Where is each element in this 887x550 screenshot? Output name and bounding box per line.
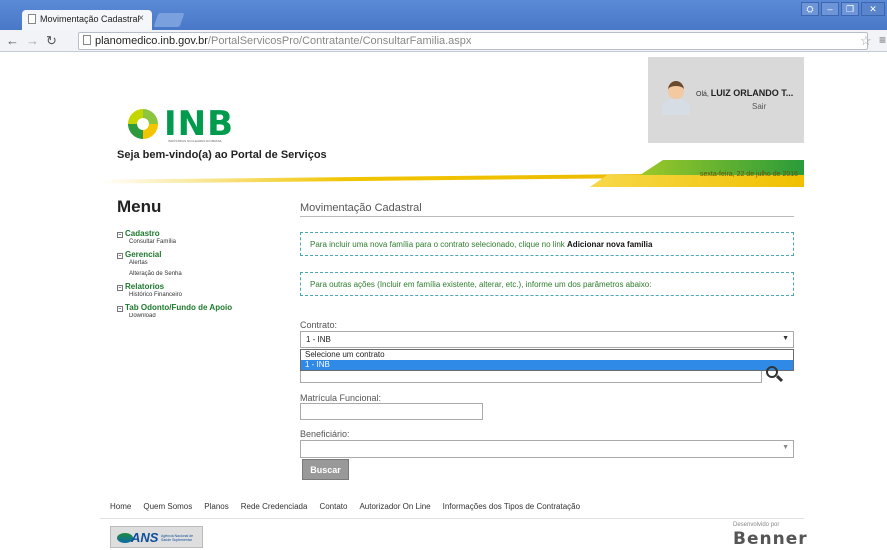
- profile-prefix: Operando sobre o perfil: [660, 152, 736, 159]
- browser-menu-icon[interactable]: ≡: [879, 33, 886, 47]
- footer-link-autorizador[interactable]: Autorizador On Line: [359, 502, 430, 511]
- footer-link-tipos-contratacao[interactable]: Informações dos Tipos de Contratação: [443, 502, 580, 511]
- menu-group-label: Gerencial: [125, 250, 162, 259]
- user-greeting: Olá, LUIZ ORLANDO T...: [696, 88, 793, 98]
- user-panel: Olá, LUIZ ORLANDO T... Sair: [648, 57, 804, 143]
- collapse-icon[interactable]: −: [117, 253, 123, 259]
- sidebar-menu: − Cadastro Consultar Família − Gerencial A…: [117, 229, 287, 319]
- footer-link-home[interactable]: Home: [110, 502, 131, 511]
- logo-subtitle: INDÚSTRIAS NUCLEARES DO BRASIL: [168, 139, 223, 143]
- menu-item-download[interactable]: Download: [117, 313, 287, 319]
- ans-tagline-2: Saúde Suplementar: [161, 538, 192, 542]
- ans-name: ANS: [131, 530, 159, 545]
- contrato-option[interactable]: Selecione um contrato: [301, 350, 793, 360]
- inb-logo[interactable]: INB INDÚSTRIAS NUCLEARES DO BRASIL: [126, 104, 236, 144]
- forward-arrow-icon[interactable]: →: [26, 33, 39, 48]
- contrato-select[interactable]: 1 - INB ▼: [300, 331, 794, 348]
- profile-name: Beneficiário: [735, 149, 788, 159]
- user-icon[interactable]: ⛭: [801, 2, 819, 16]
- info-add-family: Para incluir uma nova família para o con…: [300, 232, 794, 256]
- menu-group-label: Tab Odonto/Fundo de Apoio: [125, 303, 233, 312]
- developed-by-label: Desenvolvido por: [733, 522, 780, 528]
- contrato-value: 1 - INB: [306, 335, 331, 344]
- beneficiario-select[interactable]: ▼: [300, 440, 794, 458]
- footer-link-planos[interactable]: Planos: [204, 502, 228, 511]
- header-band: [100, 160, 804, 188]
- collapse-icon[interactable]: −: [117, 285, 123, 291]
- reload-icon[interactable]: ↻: [46, 33, 57, 49]
- menu-group-label: Cadastro: [125, 229, 160, 238]
- family-search-input[interactable]: [300, 371, 762, 383]
- footer-link-rede-credenciada[interactable]: Rede Credenciada: [241, 502, 308, 511]
- avatar: [662, 79, 690, 115]
- ans-logo[interactable]: ANS Agência Nacional de Saúde Suplementar: [110, 526, 203, 548]
- logo-brand: INB: [164, 104, 235, 144]
- close-window-icon[interactable]: ✕: [861, 2, 885, 16]
- title-divider: [300, 216, 794, 217]
- contrato-label: Contrato:: [300, 320, 338, 330]
- search-button[interactable]: Buscar: [302, 459, 349, 480]
- page-icon: [28, 14, 36, 24]
- tab-close-icon[interactable]: ×: [138, 13, 144, 24]
- user-name: LUIZ ORLANDO T...: [710, 88, 794, 98]
- menu-group-relatorios[interactable]: − Relatorios: [117, 282, 287, 292]
- menu-item-historico-financeiro[interactable]: Histórico Financeiro: [117, 292, 287, 303]
- menu-item-alteracao-senha[interactable]: Alteração de Senha: [117, 271, 287, 282]
- current-date: sexta-feira, 22 de julho de 2016: [700, 171, 799, 178]
- collapse-icon[interactable]: −: [117, 306, 123, 312]
- matricula-input[interactable]: [300, 403, 483, 420]
- beneficiario-label: Beneficiário:: [300, 429, 350, 439]
- back-arrow-icon[interactable]: ←: [6, 33, 19, 48]
- page-icon: [83, 35, 91, 45]
- url-path: /PortalServicosPro/Contratante/Consultar…: [207, 35, 472, 47]
- tab-title: Movimentação Cadastral: [40, 14, 140, 24]
- greeting-text: Olá,: [696, 91, 711, 98]
- benner-logo[interactable]: Benner: [733, 529, 808, 549]
- footer-link-quem-somos[interactable]: Quem Somos: [143, 502, 192, 511]
- maximize-icon[interactable]: ❐: [841, 2, 859, 16]
- url-host: planomedico.inb.gov.br: [95, 35, 208, 47]
- menu-group-cadastro[interactable]: − Cadastro: [117, 229, 287, 239]
- dropdown-arrow-icon[interactable]: ▼: [782, 335, 789, 342]
- footer-nav: Home Quem Somos Planos Rede Credenciada …: [110, 502, 592, 511]
- search-icon[interactable]: [766, 366, 784, 384]
- new-tab-button[interactable]: [153, 13, 185, 27]
- bookmark-star-icon[interactable]: ☆: [860, 33, 872, 49]
- matricula-label: Matrícula Funcional:: [300, 393, 382, 403]
- profile-indicator: Operando sobre o perfil Beneficiário: [660, 149, 787, 159]
- page-title: Movimentação Cadastral: [300, 202, 422, 214]
- info-add-family-text: Para incluir uma nova família para o con…: [310, 240, 568, 249]
- dropdown-arrow-icon[interactable]: ▼: [782, 444, 789, 451]
- ans-tagline: Agência Nacional de Saúde Suplementar: [161, 534, 193, 542]
- menu-group-gerencial[interactable]: − Gerencial: [117, 250, 287, 260]
- menu-group-label: Relatorios: [125, 282, 165, 291]
- minimize-icon[interactable]: –: [821, 2, 839, 16]
- menu-item-consultar-familia[interactable]: Consultar Família: [117, 239, 287, 250]
- browser-toolbar: ← → ↻ planomedico.inb.gov.br/PortalServi…: [0, 30, 887, 52]
- menu-title: Menu: [117, 197, 162, 216]
- contrato-dropdown-list[interactable]: Selecione um contrato 1 - INB: [300, 349, 794, 371]
- menu-item-alertas[interactable]: Alertas: [117, 260, 287, 271]
- logout-link[interactable]: Sair: [752, 102, 766, 111]
- menu-group-tab-odonto[interactable]: − Tab Odonto/Fundo de Apoio: [117, 303, 287, 313]
- add-family-link[interactable]: Adicionar nova família: [567, 240, 652, 249]
- info-other-actions: Para outras ações (Incluir em família ex…: [300, 272, 794, 296]
- address-bar[interactable]: planomedico.inb.gov.br/PortalServicosPro…: [78, 32, 868, 50]
- collapse-icon[interactable]: −: [117, 232, 123, 238]
- logo-ring: [128, 109, 158, 139]
- footer-link-contato[interactable]: Contato: [319, 502, 347, 511]
- window-controls: ⛭ – ❐ ✕: [801, 2, 885, 16]
- browser-titlebar: Movimentação Cadastral × ⛭ – ❐ ✕: [0, 0, 887, 30]
- contrato-option-selected[interactable]: 1 - INB: [301, 360, 793, 370]
- footer-divider: [100, 518, 804, 519]
- browser-tab[interactable]: Movimentação Cadastral ×: [22, 10, 152, 30]
